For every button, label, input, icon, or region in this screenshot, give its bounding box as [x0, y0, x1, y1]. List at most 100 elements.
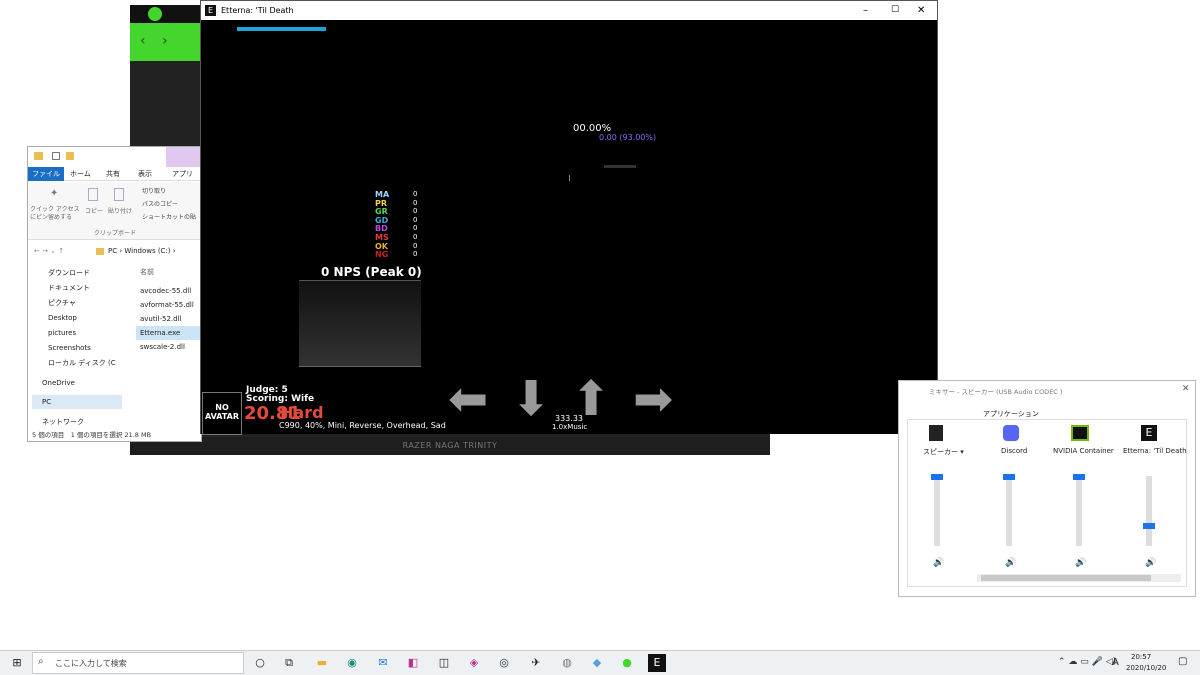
game-content: 00.00% 0.00 (93.00%) MA 0 PR 0 GR 0 GD 0 BD 0 MS 0 O…: [201, 20, 937, 435]
copy-button[interactable]: コピー: [85, 206, 103, 215]
copy-path-button[interactable]: パスのコピー: [142, 199, 178, 208]
nps-display: 0 NPS (Peak 0): [321, 265, 422, 279]
close-icon[interactable]: ✕: [1182, 384, 1190, 394]
left-arrow-icon: ⬅: [448, 371, 489, 427]
name-column-header[interactable]: 名前: [140, 267, 154, 277]
address-path[interactable]: PC › Windows (C:) ›: [108, 247, 176, 255]
folder-icon: [34, 152, 43, 160]
sidebar-item-pictures[interactable]: ピクチャ: [48, 296, 76, 310]
target-tracker-bar: [604, 165, 636, 168]
volume-slider-speaker[interactable]: [934, 476, 940, 546]
steam-icon[interactable]: ◎: [495, 654, 513, 672]
file-explorer-taskbar-icon[interactable]: ▬: [313, 654, 331, 672]
back-icon[interactable]: ‹: [140, 33, 146, 49]
clock-date[interactable]: 2020/10/20: [1126, 664, 1166, 672]
tab-view[interactable]: 表示: [134, 167, 156, 181]
minimize-button[interactable]: –: [863, 1, 868, 20]
cut-button[interactable]: 切り取り: [142, 186, 166, 195]
sidebar-item-pictures-folder[interactable]: pictures: [48, 326, 76, 340]
sidebar-item-downloads[interactable]: ダウンロード: [48, 266, 90, 280]
mixer-title: ミキサー - スピーカー (USB Audio CODEC ): [929, 388, 1063, 396]
pin-quick-access-button[interactable]: クイック アクセス にピン留めする: [30, 206, 82, 222]
file-item[interactable]: swscale-2.dll: [140, 340, 185, 354]
etterna-icon: E: [1141, 425, 1157, 441]
mail-icon[interactable]: ✉: [374, 654, 392, 672]
sidebar-item-network[interactable]: ネットワーク: [42, 415, 84, 429]
sidebar-item-local-disk[interactable]: ローカル ディスク (C: [48, 356, 116, 370]
windows-start-icon[interactable]: ⊞: [8, 654, 26, 672]
tab-share[interactable]: 共有: [102, 167, 124, 181]
search-icon: ⌕: [38, 656, 44, 667]
clipboard-label: クリップボード: [94, 230, 137, 237]
cube-icon[interactable]: ◆: [588, 654, 606, 672]
search-box[interactable]: ⌕ ここに入力して検索: [32, 652, 244, 674]
slider-thumb[interactable]: [1003, 474, 1015, 480]
file-item-selected[interactable]: Etterna.exe: [136, 326, 201, 340]
tab-home[interactable]: ホーム: [66, 167, 95, 181]
ribbon: ✦ クイック アクセス にピン留めする コピー 貼り付け 切り取り パスのコピー…: [28, 182, 201, 240]
sidebar-item-screenshots[interactable]: Screenshots: [48, 341, 91, 355]
notification-icon[interactable]: ▢: [1178, 656, 1187, 667]
tab-file[interactable]: ファイル: [28, 167, 64, 181]
purple-tab: [166, 147, 201, 167]
close-button[interactable]: ✕: [917, 1, 925, 20]
sub-percent-display: 0.00 (93.00%): [599, 133, 657, 142]
razer-logo-icon: [148, 7, 162, 21]
sidebar-item-pc[interactable]: PC: [32, 395, 122, 409]
maximize-button[interactable]: ☐: [891, 1, 899, 20]
progress-bar: [237, 27, 326, 31]
volume-mixer-window: ミキサー - スピーカー (USB Audio CODEC ) ✕ アプリケーシ…: [898, 380, 1196, 597]
paste-shortcut-button[interactable]: ショートカットの貼: [142, 212, 196, 221]
sidebar-item-desktop[interactable]: Desktop: [48, 311, 77, 325]
file-item[interactable]: avcodec-55.dll: [140, 284, 191, 298]
tray-icons[interactable]: ⌃ ☁ ▭ 🎤 ◁): [1058, 657, 1116, 667]
game-titlebar: E Etterna: 'Til Death – ☐ ✕: [201, 1, 937, 20]
sidebar-item-documents[interactable]: ドキュメント: [48, 281, 90, 295]
chat-icon[interactable]: ◫: [435, 654, 453, 672]
etterna-app-icon: E: [205, 5, 216, 16]
razer-taskbar-icon[interactable]: ●: [618, 654, 636, 672]
explorer-titlebar: [28, 147, 201, 167]
paste-button[interactable]: 貼り付け: [108, 206, 132, 215]
discord-icon: [1003, 425, 1019, 441]
folder-small-icon: [66, 152, 74, 160]
speaker-dropdown[interactable]: スピーカー ▾: [923, 447, 964, 457]
task-view-icon[interactable]: ⧉: [280, 654, 298, 672]
avatar: NO AVATAR: [202, 392, 242, 435]
tool-icon[interactable]: ◍: [558, 654, 576, 672]
file-item[interactable]: avutil-52.dll: [140, 312, 182, 326]
volume-slider-etterna[interactable]: [1146, 476, 1152, 546]
difficulty-name: Hard: [280, 403, 324, 422]
slider-thumb[interactable]: [1143, 523, 1155, 529]
mute-icon[interactable]: 🔊: [933, 558, 944, 568]
scrollbar-thumb[interactable]: [981, 575, 1151, 581]
horizontal-scrollbar[interactable]: [977, 574, 1181, 582]
store-icon[interactable]: ◧: [404, 654, 422, 672]
app-icon[interactable]: ◈: [465, 654, 483, 672]
edge-icon[interactable]: ◉: [343, 654, 361, 672]
rate-display: 1.0xMusic: [552, 423, 588, 431]
file-item[interactable]: avformat-55.dll: [140, 298, 194, 312]
sidebar-item-onedrive[interactable]: OneDrive: [42, 376, 75, 390]
tab-app[interactable]: アプリケー: [168, 167, 201, 192]
cortana-icon[interactable]: ○: [251, 654, 269, 672]
pin-quick-access-icon: ✦: [50, 188, 59, 199]
applications-label: アプリケーション: [983, 410, 1039, 418]
ime-indicator[interactable]: A: [1112, 657, 1119, 668]
nvidia-icon: [1071, 425, 1089, 441]
volume-slider-nvidia[interactable]: [1076, 476, 1082, 546]
address-bar[interactable]: ← → ⌄ ↑ PC › Windows (C:) ›: [28, 245, 201, 259]
clock-time[interactable]: 20:57: [1131, 653, 1151, 661]
mute-icon[interactable]: 🔊: [1145, 558, 1156, 568]
slider-thumb[interactable]: [931, 474, 943, 480]
nav-arrows[interactable]: ← → ⌄ ↑: [34, 247, 64, 255]
mute-icon[interactable]: 🔊: [1005, 558, 1016, 568]
ribbon-tabs: ファイル ホーム 共有 表示 アプリケー: [28, 167, 201, 192]
game-window: E Etterna: 'Til Death – ☐ ✕ 00.00% 0.00 …: [200, 0, 938, 435]
game-app-icon[interactable]: ✈: [527, 654, 545, 672]
forward-icon[interactable]: ›: [162, 33, 168, 49]
mute-icon[interactable]: 🔊: [1075, 558, 1086, 568]
etterna-taskbar-icon[interactable]: E: [648, 654, 666, 672]
slider-thumb[interactable]: [1073, 474, 1085, 480]
volume-slider-discord[interactable]: [1006, 476, 1012, 546]
